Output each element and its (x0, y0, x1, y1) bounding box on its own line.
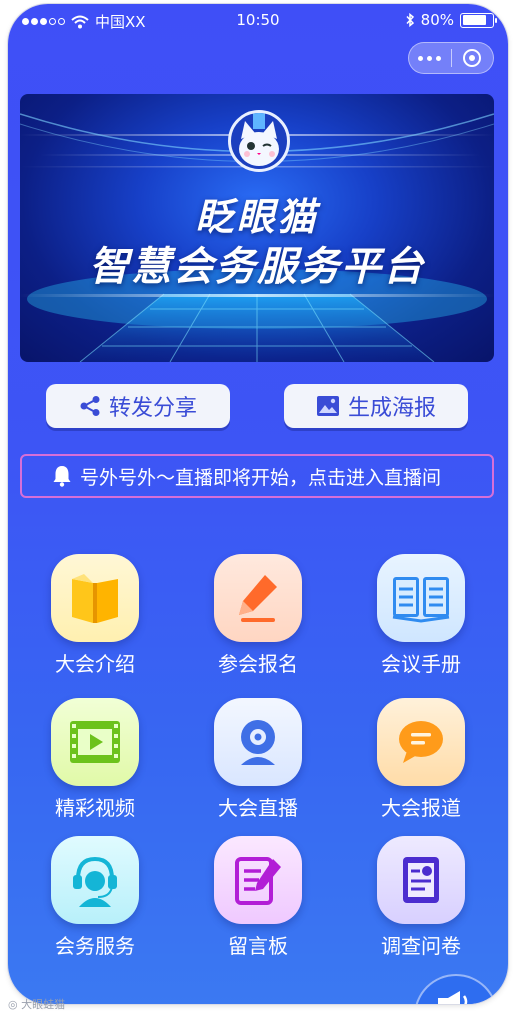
video-icon (51, 698, 139, 786)
questionnaire-icon (377, 836, 465, 924)
battery-percent: 80% (420, 11, 454, 29)
grid-item-label: 调查问卷 (381, 934, 461, 958)
chat-bubble-icon (377, 698, 465, 786)
mini-program-capsule (408, 42, 494, 74)
grid-item-label: 留言板 (228, 934, 288, 958)
pen-icon (214, 554, 302, 642)
floating-action-button[interactable] (414, 974, 498, 1004)
webcam-icon (214, 698, 302, 786)
grid-item-survey[interactable]: 调查问卷 (346, 836, 496, 959)
share-button[interactable]: 转发分享 (46, 384, 230, 428)
book-icon (51, 554, 139, 642)
grid-item-label: 精彩视频 (55, 796, 135, 820)
target-circle-icon[interactable] (452, 49, 494, 67)
share-button-label: 转发分享 (108, 396, 197, 421)
grid-item-label: 会议手册 (381, 652, 461, 676)
grid-item-label: 会务服务 (55, 934, 135, 958)
grid-item-label: 大会报道 (381, 796, 461, 820)
grid-item-label: 大会介绍 (55, 652, 135, 676)
grid-item-label: 大会直播 (218, 796, 298, 820)
cat-logo (228, 110, 290, 172)
grid-item-conference-intro[interactable]: 大会介绍 (20, 554, 170, 677)
bell-icon (53, 466, 71, 487)
grid-item-registration[interactable]: 参会报名 (183, 554, 333, 677)
megaphone-icon (438, 991, 468, 1004)
grid-item-livestream[interactable]: 大会直播 (183, 698, 333, 821)
grid-item-news[interactable]: 大会报道 (346, 698, 496, 821)
banner-subtitle: 智慧会务服务平台 (89, 244, 425, 290)
grid-item-message-board[interactable]: 留言板 (183, 836, 333, 959)
status-bar: 中国XX 10:50 80% (8, 4, 508, 36)
battery-icon (460, 12, 497, 28)
live-notice-bar[interactable]: 号外号外～直播即将开始，点击进入直播间 (20, 454, 494, 498)
grid-item-videos[interactable]: 精彩视频 (20, 698, 170, 821)
image-icon (316, 396, 339, 416)
grid-item-label: 参会报名 (218, 652, 298, 676)
note-edit-icon (214, 836, 302, 924)
grid-item-services[interactable]: 会务服务 (20, 836, 170, 959)
more-dots-icon[interactable] (409, 55, 451, 61)
hero-banner[interactable]: 眨眼猫 智慧会务服务平台 (20, 94, 494, 362)
open-book-icon (377, 554, 465, 642)
watermark: ◎ 大眼蛙猫 (8, 998, 66, 1011)
poster-button-label: 生成海报 (347, 396, 436, 421)
headset-icon (51, 836, 139, 924)
grid-item-handbook[interactable]: 会议手册 (346, 554, 496, 677)
bluetooth-icon (406, 13, 414, 27)
generate-poster-button[interactable]: 生成海报 (284, 384, 468, 428)
phone-screen: 中国XX 10:50 80% 眨眼猫 智慧会务服务平台 转发分享 生成海报 号外… (8, 4, 508, 1004)
share-icon (80, 396, 100, 416)
notice-text: 号外号外～直播即将开始，点击进入直播间 (80, 466, 442, 489)
status-right: 80% (405, 11, 497, 29)
banner-title: 眨眼猫 (195, 195, 319, 239)
